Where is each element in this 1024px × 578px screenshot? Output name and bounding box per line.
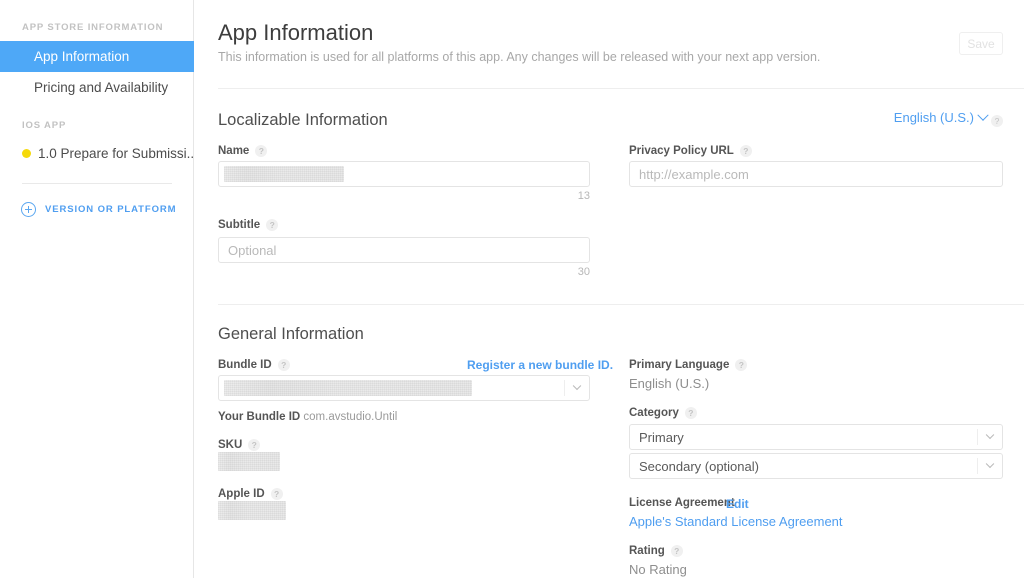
status-dot-icon (22, 149, 31, 158)
app-store-connect-window: APP STORE INFORMATION App Information Pr… (0, 0, 1024, 578)
section-title-localizable-information: Localizable Information (218, 111, 388, 130)
chevron-down-icon (978, 434, 1002, 440)
sidebar-item-label: App Information (34, 49, 129, 64)
divider-above-general (218, 304, 1024, 305)
category-help-icon[interactable]: ? (685, 407, 697, 419)
language-selector[interactable]: English (U.S.) (894, 110, 987, 125)
chevron-down-icon (978, 463, 1002, 469)
bundle-id-label: Bundle ID (218, 359, 272, 371)
sidebar-version-label: 1.0 Prepare for Submissi... (38, 146, 198, 161)
primary-language-value: English (U.S.) (629, 376, 709, 391)
sidebar-item-pricing-and-availability[interactable]: Pricing and Availability (0, 72, 194, 103)
subtitle-input[interactable] (218, 237, 590, 263)
page-subtitle: This information is used for all platfor… (218, 50, 820, 64)
sidebar-item-label: Pricing and Availability (34, 80, 168, 95)
name-counter: 13 (218, 190, 590, 202)
rating-label: Rating (629, 545, 665, 557)
section-title-general-information: General Information (218, 325, 364, 344)
privacy-policy-url-help-icon[interactable]: ? (740, 145, 752, 157)
register-new-bundle-id-link[interactable]: Register a new bundle ID. (467, 358, 613, 372)
primary-language-help-icon[interactable]: ? (735, 359, 747, 371)
bundle-id-help-icon[interactable]: ? (278, 359, 290, 371)
rating-value: No Rating (629, 562, 687, 577)
privacy-policy-url-label-wrap: Privacy Policy URL ? (629, 145, 752, 157)
sku-label: SKU (218, 439, 242, 451)
category-label-wrap: Category ? (629, 407, 697, 419)
apple-id-help-icon[interactable]: ? (271, 488, 283, 500)
privacy-policy-url-input[interactable] (629, 161, 1003, 187)
subtitle-counter: 30 (218, 266, 590, 278)
your-bundle-id-label: Your Bundle ID (218, 411, 300, 423)
subtitle-help-icon[interactable]: ? (266, 219, 278, 231)
add-version-or-platform-label: VERSION OR PLATFORM (45, 204, 176, 215)
license-agreement-edit-link[interactable]: Edit (726, 497, 749, 511)
name-value-redaction (224, 166, 344, 182)
your-bundle-id-note: Your Bundle ID com.avstudio.Until (218, 411, 397, 423)
primary-language-label-wrap: Primary Language ? (629, 359, 747, 371)
sku-help-icon[interactable]: ? (248, 439, 260, 451)
name-help-icon[interactable]: ? (255, 145, 267, 157)
language-help-icon[interactable]: ? (991, 115, 1003, 127)
sku-label-wrap: SKU ? (218, 439, 260, 451)
subtitle-label-wrap: Subtitle ? (218, 219, 278, 231)
primary-language-label: Primary Language (629, 359, 729, 371)
sku-value-redaction (218, 452, 280, 471)
privacy-policy-url-label: Privacy Policy URL (629, 145, 734, 157)
add-version-or-platform-button[interactable]: VERSION OR PLATFORM (21, 202, 176, 217)
sidebar-group-title-app-store-information: APP STORE INFORMATION (22, 22, 163, 33)
name-label-wrap: Name ? (218, 145, 267, 157)
name-label: Name (218, 145, 249, 157)
your-bundle-id-value: com.avstudio.Until (303, 411, 397, 423)
bundle-id-value-redaction (224, 380, 472, 396)
rating-help-icon[interactable]: ? (671, 545, 683, 557)
chevron-down-icon (977, 109, 988, 120)
subtitle-label: Subtitle (218, 219, 260, 231)
rating-label-wrap: Rating ? (629, 545, 683, 557)
chevron-down-icon (565, 385, 589, 391)
apple-id-label-wrap: Apple ID ? (218, 488, 283, 500)
sidebar: APP STORE INFORMATION App Information Pr… (0, 0, 194, 578)
language-selector-label: English (U.S.) (894, 110, 974, 125)
sidebar-item-version-1-0[interactable]: 1.0 Prepare for Submissi... (0, 139, 194, 167)
page-title: App Information (218, 20, 373, 46)
apple-id-value-redaction (218, 501, 286, 520)
apple-id-label: Apple ID (218, 488, 265, 500)
sidebar-item-app-information[interactable]: App Information (0, 41, 194, 72)
license-agreement-value-link[interactable]: Apple's Standard License Agreement (629, 514, 843, 529)
save-button[interactable]: Save (959, 32, 1003, 55)
bundle-id-label-wrap: Bundle ID ? (218, 359, 290, 371)
divider-above-localizable (218, 88, 1024, 89)
category-primary-value: Primary (630, 430, 977, 445)
main-content: App Information This information is used… (194, 0, 1024, 578)
license-agreement-label: License Agreement (629, 497, 735, 509)
category-secondary-select[interactable]: Secondary (optional) (629, 453, 1003, 479)
plus-circle-icon (21, 202, 36, 217)
sidebar-divider (22, 183, 172, 184)
category-primary-select[interactable]: Primary (629, 424, 1003, 450)
license-agreement-label-wrap: License Agreement (629, 497, 735, 509)
sidebar-group-title-ios-app: IOS APP (22, 120, 66, 131)
category-secondary-value: Secondary (optional) (630, 459, 977, 474)
category-label: Category (629, 407, 679, 419)
